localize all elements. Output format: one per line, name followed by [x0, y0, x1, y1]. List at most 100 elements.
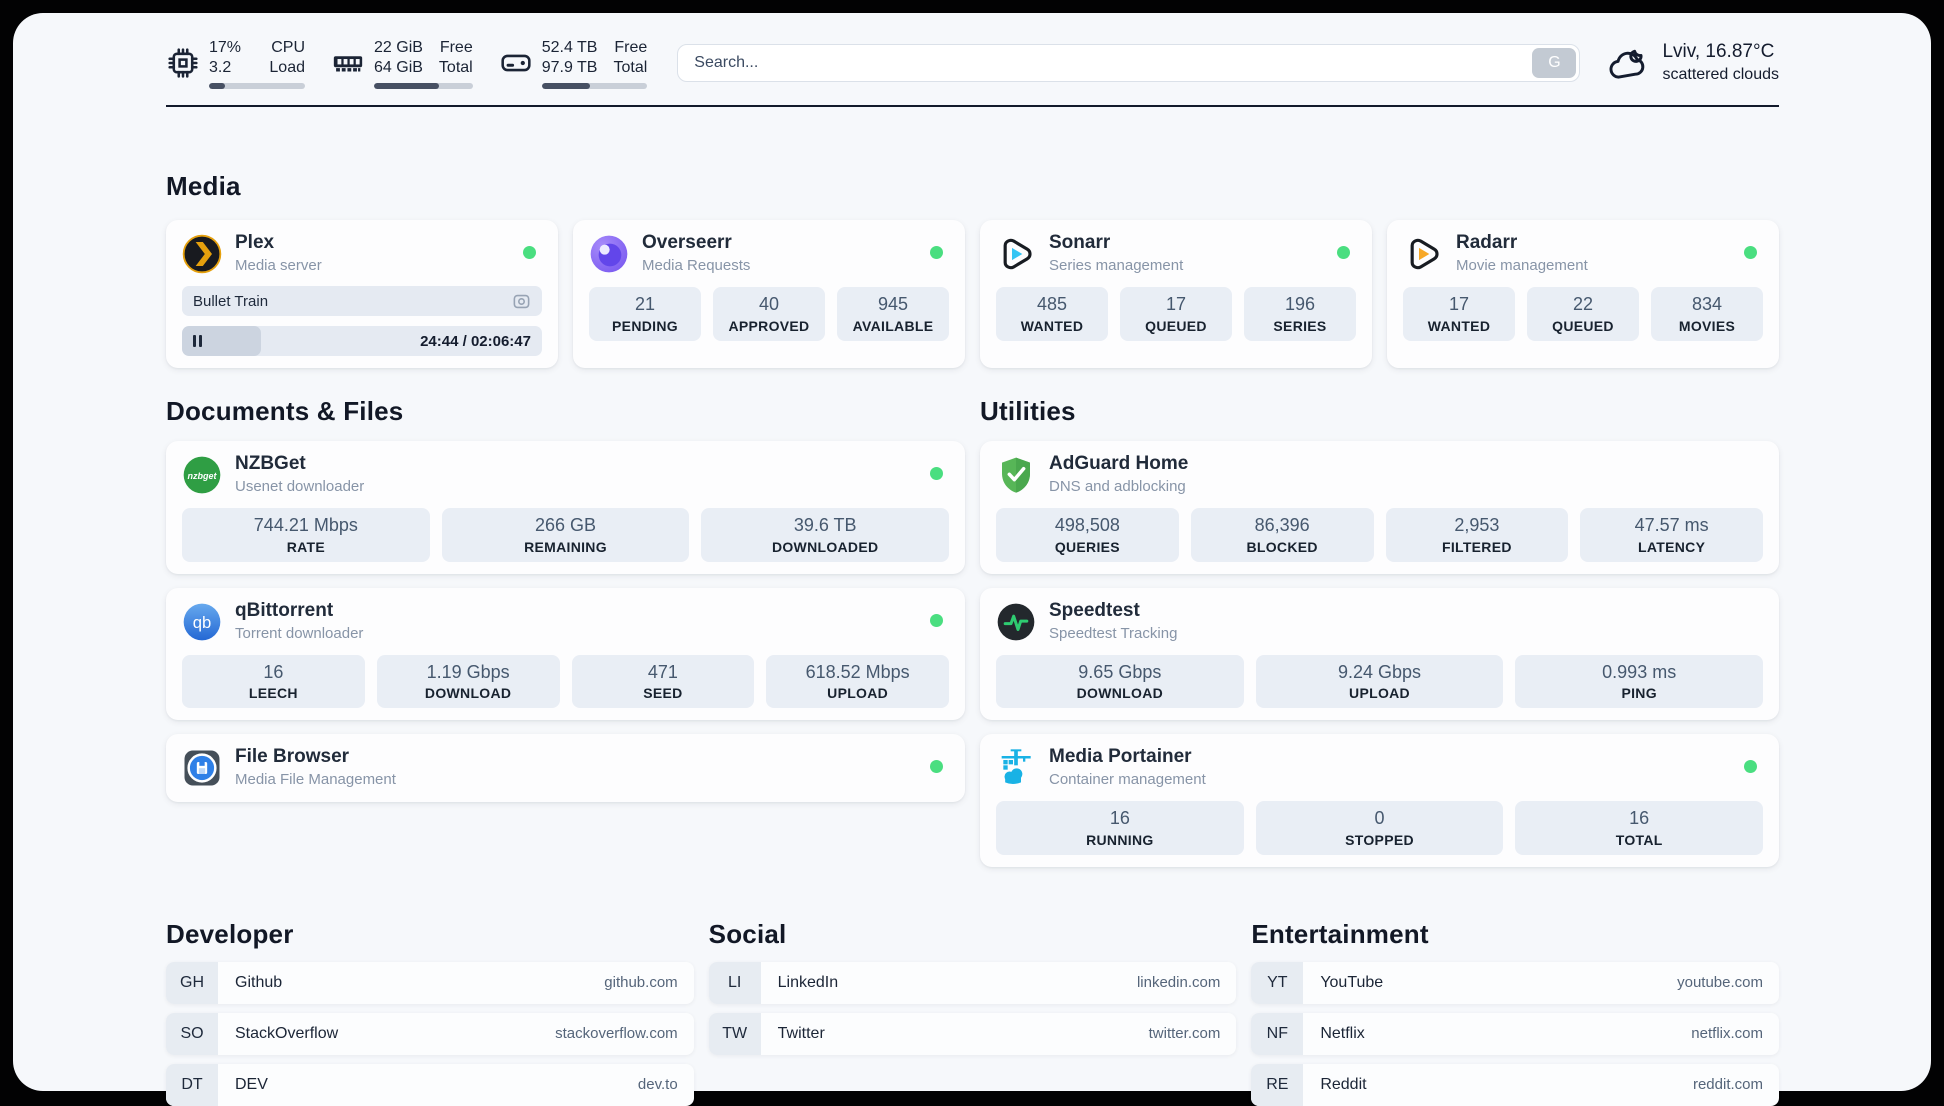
app-card-radarr[interactable]: Radarr Movie management 17 WANTED 22 QUE… — [1387, 220, 1779, 368]
status-dot-online — [1337, 246, 1350, 259]
section-media: Media Plex Media server — [166, 171, 1779, 368]
cpu-progress-fill — [209, 83, 225, 89]
bookmark-abbr: NF — [1251, 1013, 1303, 1055]
card-header-text: NZBGet Usenet downloader — [235, 453, 364, 496]
memory-label-bottom: Total — [439, 58, 473, 78]
stats-row: 16 RUNNING 0 STOPPED 16 TOTAL — [996, 801, 1763, 855]
stats-row: 21 PENDING 40 APPROVED 945 AVAILABLE — [589, 287, 949, 341]
bookmark-name: Reddit — [1320, 1076, 1366, 1094]
bookmark-url: dev.to — [638, 1076, 678, 1093]
search-input[interactable] — [677, 44, 1580, 82]
app-name: qBittorrent — [235, 600, 363, 623]
bookmark-reddit[interactable]: RE Reddit reddit.com — [1251, 1064, 1779, 1106]
card-header-text: Overseerr Media Requests — [642, 232, 750, 275]
section-title-media: Media — [166, 171, 1779, 202]
svg-text:qb: qb — [193, 613, 212, 632]
section-entertainment: Entertainment YT YouTube youtube.com NF … — [1251, 919, 1779, 1106]
bookmark-linkedin[interactable]: LI LinkedIn linkedin.com — [709, 962, 1237, 1004]
bookmark-abbr: RE — [1251, 1064, 1303, 1106]
cpu-stat-widget: 17% 3.2 CPU Load — [166, 38, 305, 89]
section-documents: Documents & Files nzbget NZBGet — [166, 396, 965, 802]
search-engine-button[interactable]: G — [1532, 48, 1576, 78]
now-playing-title: Bullet Train — [193, 293, 512, 310]
card-header-text: Plex Media server — [235, 232, 322, 275]
stat-box-download: 1.19 Gbps DOWNLOAD — [377, 655, 560, 709]
bookmark-url: linkedin.com — [1137, 974, 1220, 991]
now-playing-row[interactable]: Bullet Train — [182, 286, 542, 316]
playback-progress-row[interactable]: 24:44 / 02:06:47 — [182, 326, 542, 356]
stats-row: 16 LEECH 1.19 Gbps DOWNLOAD 471 SEED 6 — [182, 655, 949, 709]
top-bar: 17% 3.2 CPU Load — [166, 35, 1779, 91]
stat-box-pending: 21 PENDING — [589, 287, 701, 341]
weather-text: Lviv, 16.87°C scattered clouds — [1662, 40, 1779, 85]
app-card-plex[interactable]: Plex Media server Bullet Train — [166, 220, 558, 368]
bookmark-dev[interactable]: DT DEV dev.to — [166, 1064, 694, 1106]
memory-progress-fill — [374, 83, 439, 89]
bookmark-twitter[interactable]: TW Twitter twitter.com — [709, 1013, 1237, 1055]
app-description: DNS and adblocking — [1049, 477, 1188, 497]
bookmark-name: DEV — [235, 1076, 268, 1094]
section-social: Social LI LinkedIn linkedin.com TW Twitt… — [709, 919, 1237, 1055]
bookmark-netflix[interactable]: NF Netflix netflix.com — [1251, 1013, 1779, 1055]
bookmark-youtube[interactable]: YT YouTube youtube.com — [1251, 962, 1779, 1004]
status-dot-online — [930, 467, 943, 480]
status-dot-online — [930, 614, 943, 627]
app-card-nzbget[interactable]: nzbget NZBGet Usenet downloader 744.21 M… — [166, 441, 965, 574]
app-name: Radarr — [1456, 232, 1588, 255]
section-title-developer: Developer — [166, 919, 694, 950]
card-header: Plex Media server — [182, 232, 542, 276]
bookmark-github[interactable]: GH Github github.com — [166, 962, 694, 1004]
app-description: Media File Management — [235, 770, 396, 790]
app-card-speedtest[interactable]: Speedtest Speedtest Tracking 9.65 Gbps D… — [980, 588, 1779, 721]
stats-row: 485 WANTED 17 QUEUED 196 SERIES — [996, 287, 1356, 341]
cpu-label-top: CPU — [269, 38, 305, 58]
card-header: AdGuard Home DNS and adblocking — [996, 453, 1763, 497]
memory-ram-icon — [331, 46, 365, 80]
bookmark-abbr: GH — [166, 962, 218, 1004]
disk-progress-fill — [542, 83, 591, 89]
app-description: Usenet downloader — [235, 477, 364, 497]
disk-drive-icon — [499, 46, 533, 80]
app-description: Media server — [235, 256, 322, 276]
app-card-portainer[interactable]: Media Portainer Container management 16 … — [980, 734, 1779, 867]
bookmark-name: StackOverflow — [235, 1025, 338, 1043]
card-header-text: qBittorrent Torrent downloader — [235, 600, 363, 643]
stat-box-download: 9.65 Gbps DOWNLOAD — [996, 655, 1244, 709]
app-name: NZBGet — [235, 453, 364, 476]
bookmark-url: netflix.com — [1691, 1025, 1763, 1042]
card-header-text: Radarr Movie management — [1456, 232, 1588, 275]
status-dot-online — [930, 246, 943, 259]
bookmark-list-developer: GH Github github.com SO StackOverflow st… — [166, 962, 694, 1106]
app-description: Container management — [1049, 770, 1206, 790]
app-card-sonarr[interactable]: Sonarr Series management 485 WANTED 17 Q… — [980, 220, 1372, 368]
disk-label-top: Free — [613, 38, 647, 58]
card-header: Overseerr Media Requests — [589, 232, 949, 276]
portainer-crane-icon — [996, 748, 1036, 788]
app-description: Media Requests — [642, 256, 750, 276]
weather-widget: Lviv, 16.87°C scattered clouds — [1606, 40, 1779, 85]
plex-icon — [182, 234, 222, 274]
card-header-text: File Browser Media File Management — [235, 746, 396, 789]
stat-box-movies: 834 MOVIES — [1651, 287, 1763, 341]
card-header-text: AdGuard Home DNS and adblocking — [1049, 453, 1188, 496]
app-card-overseerr[interactable]: Overseerr Media Requests 21 PENDING 40 A… — [573, 220, 965, 368]
cpu-load-value: 3.2 — [209, 58, 241, 78]
stat-box-remaining: 266 GB REMAINING — [442, 508, 690, 562]
bookmark-name: Github — [235, 974, 282, 992]
app-card-adguard[interactable]: AdGuard Home DNS and adblocking 498,508 … — [980, 441, 1779, 574]
dashboard-panel: 17% 3.2 CPU Load — [13, 13, 1931, 1091]
cpu-chip-icon — [166, 46, 200, 80]
card-header-text: Speedtest Speedtest Tracking — [1049, 600, 1177, 643]
stat-box-wanted: 17 WANTED — [1403, 287, 1515, 341]
bookmark-stackoverflow[interactable]: SO StackOverflow stackoverflow.com — [166, 1013, 694, 1055]
media-card-grid: Plex Media server Bullet Train — [166, 220, 1779, 368]
section-title-entertainment: Entertainment — [1251, 919, 1779, 950]
app-card-filebrowser[interactable]: File Browser Media File Management — [166, 734, 965, 802]
bookmark-name: LinkedIn — [778, 974, 839, 992]
stat-box-latency: 47.57 ms LATENCY — [1580, 508, 1763, 562]
card-header: nzbget NZBGet Usenet downloader — [182, 453, 949, 497]
stat-box-series: 196 SERIES — [1244, 287, 1356, 341]
app-card-qbittorrent[interactable]: qb qBittorrent Torrent downloader 16 LEE… — [166, 588, 965, 721]
stat-box-queries: 498,508 QUERIES — [996, 508, 1179, 562]
cpu-usage-value: 17% — [209, 38, 241, 58]
